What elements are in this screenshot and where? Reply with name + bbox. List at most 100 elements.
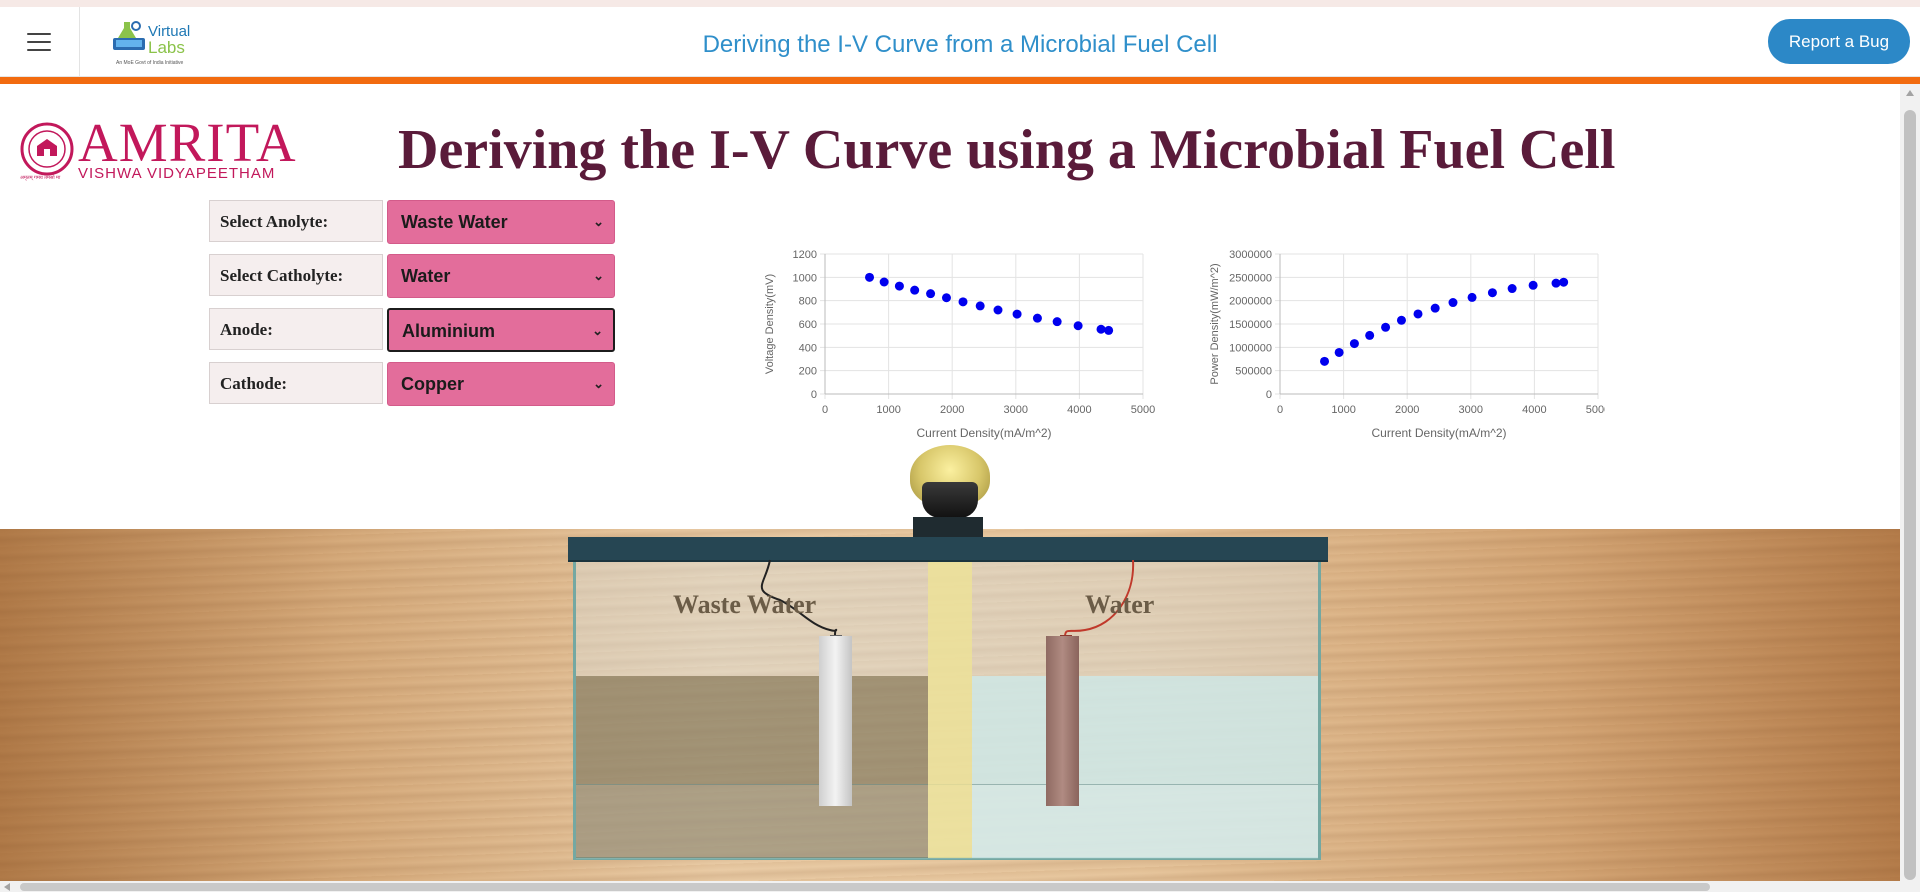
x-tick-label: 5000 xyxy=(1131,404,1155,416)
brand-subtitle: VISHWA VIDYAPEETHAM xyxy=(78,165,276,182)
navbar: Virtual Labs An MoE Govt of India Initia… xyxy=(0,7,1920,77)
x-tick-label: 1000 xyxy=(1331,404,1355,416)
anode-value: Aluminium xyxy=(402,321,495,341)
data-point xyxy=(910,285,920,295)
data-point xyxy=(1413,309,1423,319)
data-point xyxy=(1528,280,1538,290)
vertical-scroll-thumb[interactable] xyxy=(1904,110,1916,880)
y-tick-label: 2500000 xyxy=(1229,272,1272,284)
nav-title: Deriving the I-V Curve from a Microbial … xyxy=(702,31,1218,58)
catholyte-value: Water xyxy=(401,266,451,286)
data-point xyxy=(1012,309,1022,319)
data-point xyxy=(1349,339,1359,349)
y-axis-label: Power Density(mW/m^2) xyxy=(1209,263,1221,384)
chevron-down-icon: ⌄ xyxy=(593,214,604,229)
x-tick-label: 4000 xyxy=(1067,404,1091,416)
y-tick-label: 200 xyxy=(799,366,817,378)
data-point xyxy=(865,272,875,282)
y-tick-label: 800 xyxy=(799,296,817,308)
horizontal-scroll-thumb[interactable] xyxy=(20,883,1710,891)
data-point xyxy=(1430,303,1440,313)
x-tick-label: 0 xyxy=(822,404,828,416)
y-tick-label: 0 xyxy=(811,389,817,401)
y-tick-label: 1200 xyxy=(793,249,817,261)
data-point xyxy=(1052,317,1062,327)
y-tick-label: 2000000 xyxy=(1229,296,1272,308)
bulb-stand xyxy=(913,517,983,538)
cathode-value: Copper xyxy=(401,374,464,394)
cathode-electrode xyxy=(1046,636,1079,806)
y-tick-label: 1000000 xyxy=(1229,342,1272,354)
catholyte-tank-label: Water xyxy=(1085,590,1155,619)
bulb-socket xyxy=(922,482,978,518)
y-tick-label: 3000000 xyxy=(1229,249,1272,261)
data-point xyxy=(1448,298,1458,308)
data-point xyxy=(1507,284,1517,294)
x-tick-label: 5000 xyxy=(1586,404,1605,416)
chevron-down-icon: ⌄ xyxy=(593,268,604,283)
y-tick-label: 1000 xyxy=(793,272,817,284)
voltage-density-chart: 0 1000 2000 3000 4000 5000 0 200 400 600 800 1000 12… xyxy=(764,249,1155,440)
brand-name: AMRITA xyxy=(78,112,297,173)
data-point xyxy=(1096,324,1106,334)
data-point xyxy=(1551,278,1561,288)
x-tick-label: 2000 xyxy=(1395,404,1419,416)
x-tick-label: 3000 xyxy=(1004,404,1028,416)
browser-top-strip xyxy=(0,0,1920,7)
data-point xyxy=(1365,330,1375,340)
chevron-down-icon: ⌄ xyxy=(592,323,603,338)
anode-electrode xyxy=(819,636,852,806)
brand-tagline: अमृतम् गमय तमसो मा xyxy=(20,175,61,181)
y-tick-label: 400 xyxy=(799,342,817,354)
chevron-down-icon: ⌄ xyxy=(593,376,604,391)
y-axis-label: Voltage Density(mV) xyxy=(764,274,776,374)
data-point xyxy=(1104,325,1114,335)
data-point xyxy=(1467,292,1477,302)
y-tick-label: 1500000 xyxy=(1229,319,1272,331)
data-point xyxy=(1381,322,1391,332)
anode-select[interactable]: Aluminium ⌄ xyxy=(387,308,615,352)
amrita-logo: AMRITA VISHWA VIDYAPEETHAM अमृतम् गमय तम… xyxy=(20,115,302,186)
cathode-select[interactable]: Copper ⌄ xyxy=(387,362,615,406)
data-point xyxy=(1073,321,1083,331)
x-tick-label: 1000 xyxy=(876,404,900,416)
data-point xyxy=(1334,347,1344,357)
x-tick-label: 3000 xyxy=(1459,404,1483,416)
data-point xyxy=(879,277,889,287)
y-tick-label: 0 xyxy=(1266,389,1272,401)
data-point xyxy=(1559,277,1569,287)
data-point xyxy=(1396,315,1406,325)
x-axis-label: Current Density(mA/m^2) xyxy=(1372,426,1507,440)
y-tick-label: 600 xyxy=(799,319,817,331)
anode-label: Anode: xyxy=(209,308,383,350)
catholyte-label: Select Catholyte: xyxy=(209,254,383,296)
data-point xyxy=(1487,288,1497,298)
data-point xyxy=(926,289,936,299)
cathode-label: Cathode: xyxy=(209,362,383,404)
x-tick-label: 2000 xyxy=(940,404,964,416)
scroll-left-icon[interactable] xyxy=(4,883,10,891)
data-point xyxy=(1320,356,1330,366)
page-title: Deriving the I-V Curve using a Microbial… xyxy=(398,119,1616,181)
horizontal-scrollbar[interactable] xyxy=(0,881,1900,892)
data-point xyxy=(958,297,968,307)
data-point xyxy=(894,281,904,291)
data-point xyxy=(1032,313,1042,323)
amrita-seal-icon xyxy=(20,122,74,176)
catholyte-select[interactable]: Water ⌄ xyxy=(387,254,615,298)
x-tick-label: 0 xyxy=(1277,404,1283,416)
anolyte-value: Waste Water xyxy=(401,212,508,232)
anolyte-select[interactable]: Waste Water ⌄ xyxy=(387,200,615,244)
anolyte-label: Select Anolyte: xyxy=(209,200,383,242)
x-tick-label: 4000 xyxy=(1522,404,1546,416)
vertical-scrollbar[interactable] xyxy=(1900,84,1920,892)
accent-bar xyxy=(0,77,1920,84)
x-axis-label: Current Density(mA/m^2) xyxy=(917,426,1052,440)
data-point xyxy=(941,293,951,303)
data-point xyxy=(975,301,985,311)
scroll-up-icon[interactable] xyxy=(1906,90,1914,96)
report-bug-button[interactable]: Report a Bug xyxy=(1768,19,1910,64)
data-point xyxy=(993,305,1003,315)
y-tick-label: 500000 xyxy=(1235,366,1272,378)
power-density-chart: 0 1000 2000 3000 4000 5000 0 500000 1000000 15000… xyxy=(1209,249,1605,440)
